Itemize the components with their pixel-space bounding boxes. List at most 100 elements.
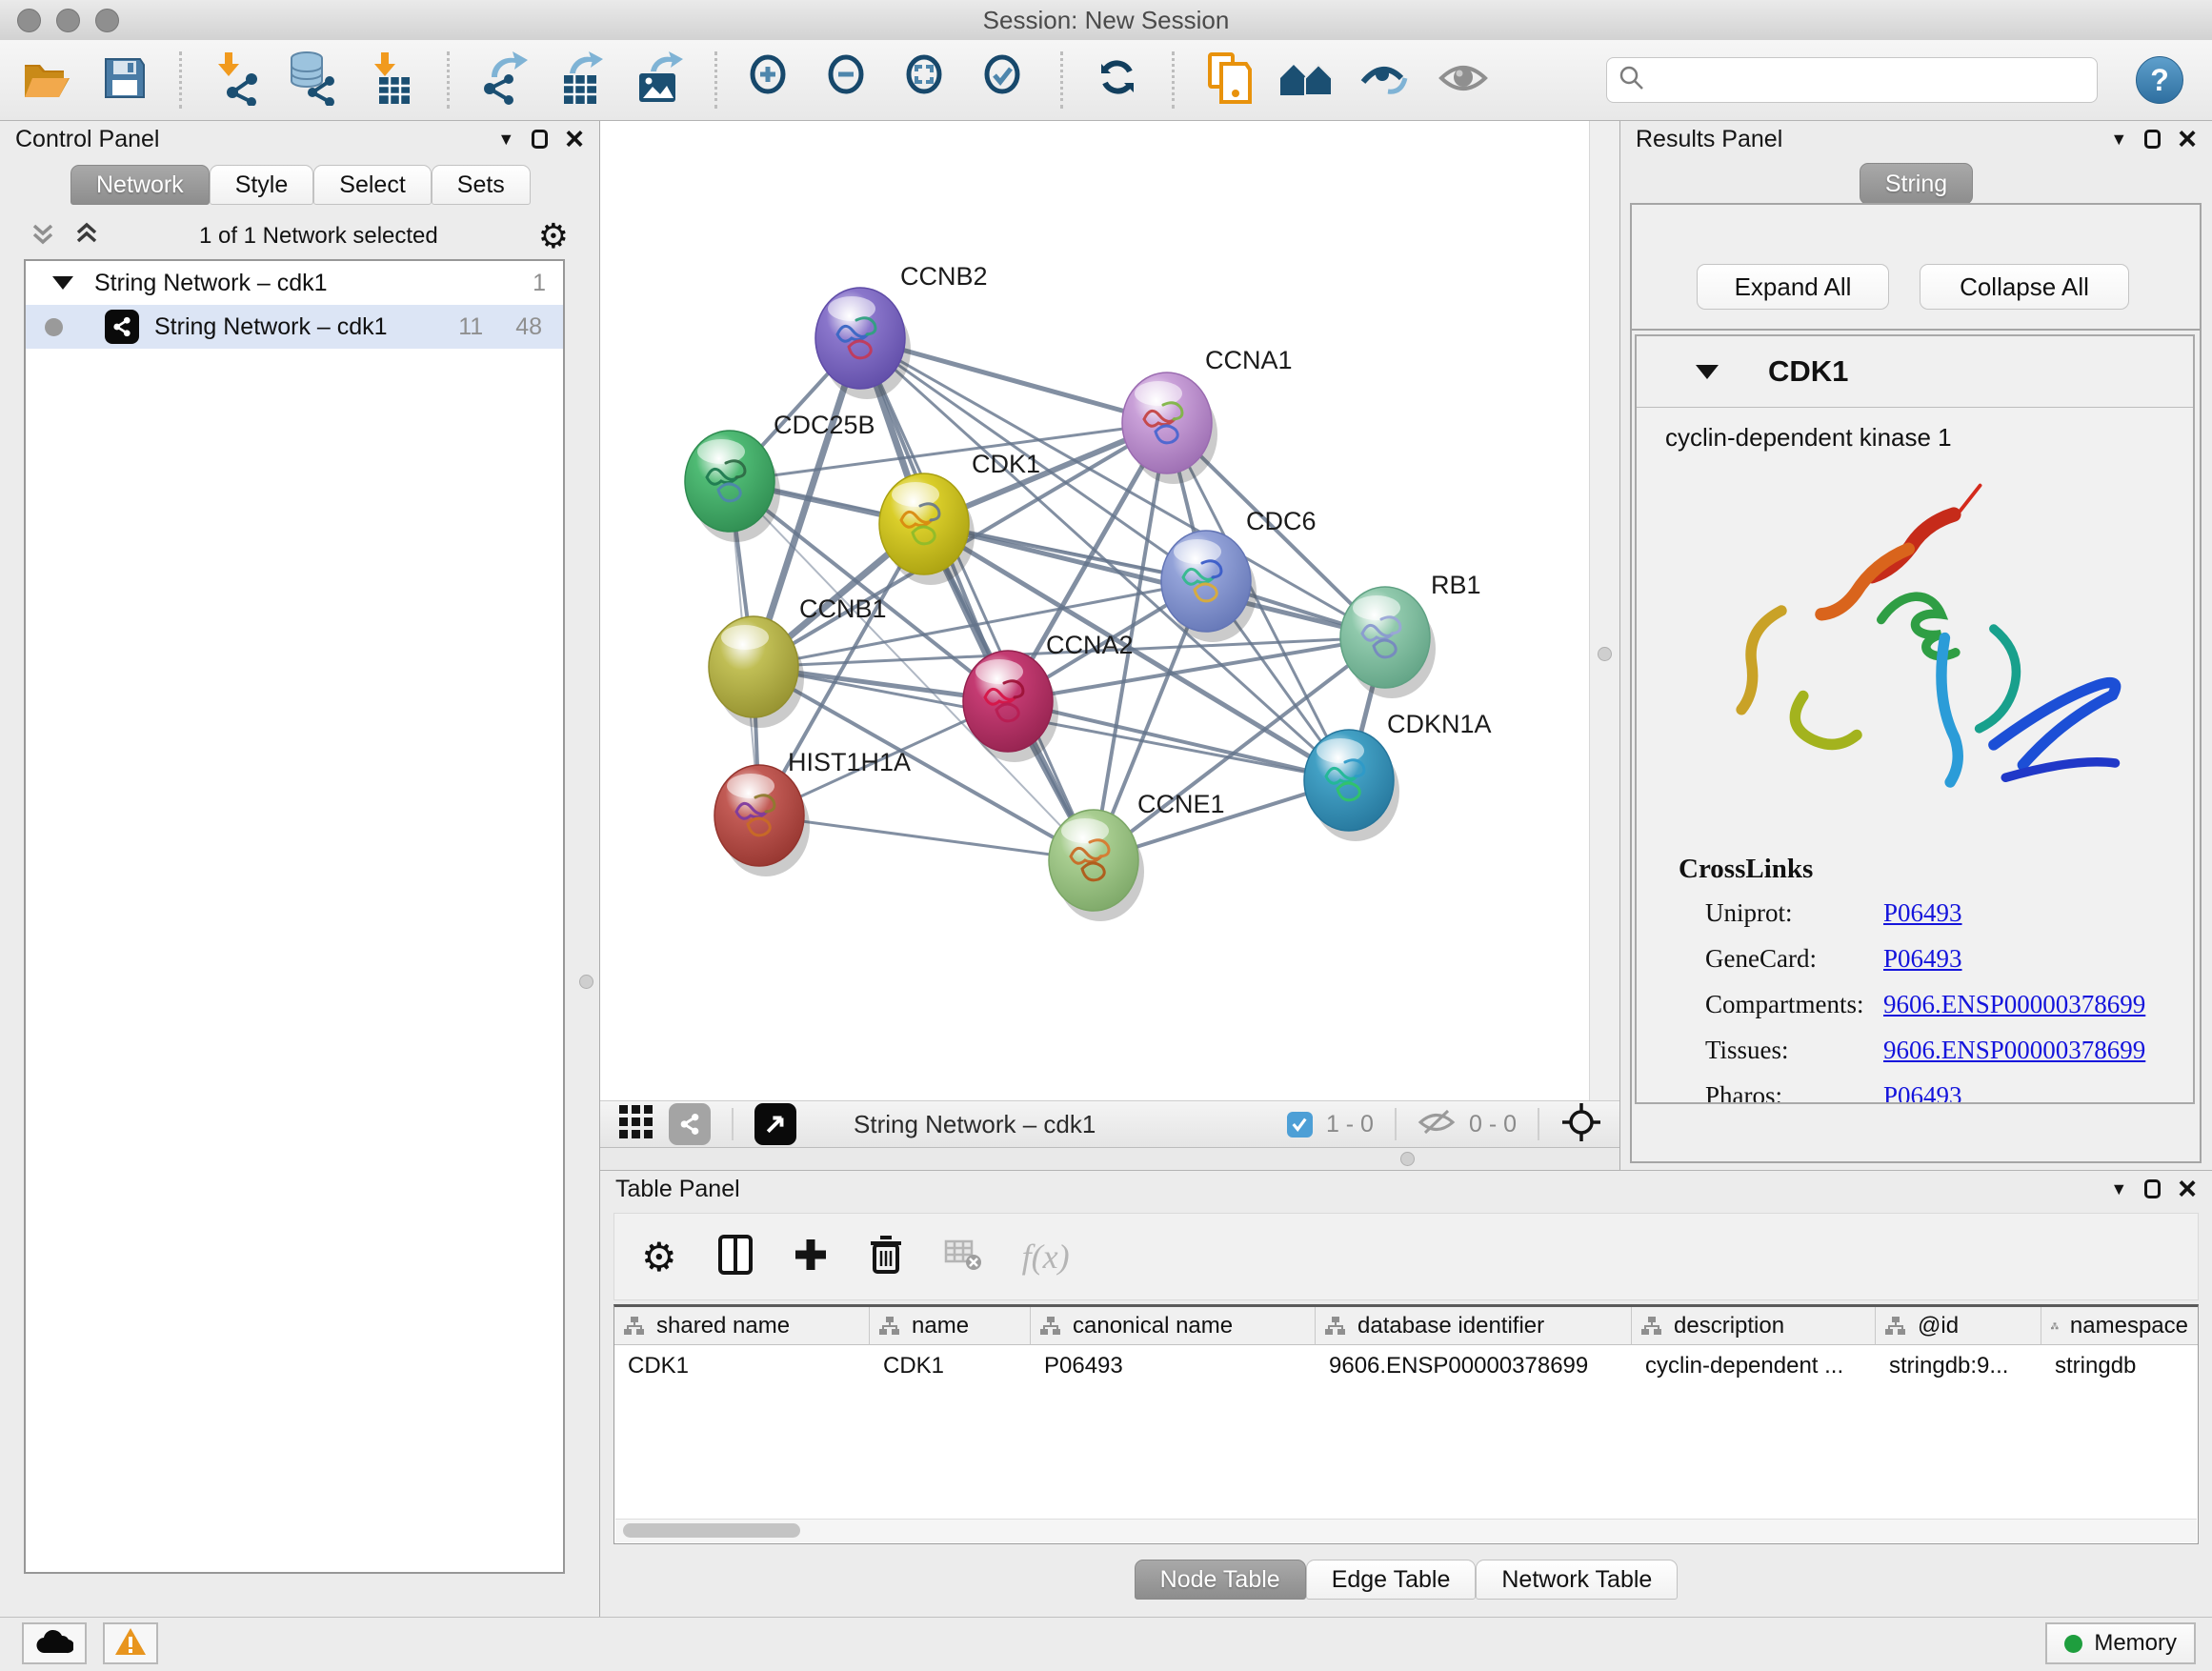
panel-close-icon[interactable]: ×	[565, 129, 584, 150]
network-canvas[interactable]: CCNB2CCNA1CDC25BCDK1CDC6RB1CCNB1CCNA2CDK…	[600, 121, 1589, 1100]
expand-all-button[interactable]: Expand All	[1697, 264, 1889, 310]
network-graph[interactable]: CCNB2CCNA1CDC25BCDK1CDC6RB1CCNB1CCNA2CDK…	[600, 121, 1589, 1100]
scrollbar-thumb[interactable]	[623, 1523, 800, 1538]
column-header[interactable]: canonical name	[1031, 1307, 1316, 1345]
column-header[interactable]: database identifier	[1316, 1307, 1632, 1345]
show-details-button[interactable]	[1436, 51, 1491, 109]
show-columns-icon[interactable]	[717, 1234, 754, 1280]
network-collection-row[interactable]: String Network – cdk1 1	[26, 261, 563, 305]
network-edge[interactable]	[860, 338, 1094, 860]
tab-edge-table[interactable]: Edge Table	[1306, 1560, 1477, 1600]
left-splitter-handle[interactable]	[579, 975, 593, 989]
panel-float-icon[interactable]	[532, 130, 548, 149]
search-box[interactable]	[1606, 57, 2098, 103]
zoom-fit-button[interactable]	[900, 51, 955, 109]
copy-documents-button[interactable]	[1201, 51, 1257, 109]
collection-expand-caret-icon[interactable]	[52, 276, 73, 290]
crosslink-link[interactable]: 9606.ENSP00000378699	[1883, 990, 2145, 1019]
table-cell[interactable]: CDK1	[870, 1345, 1031, 1387]
column-header[interactable]: @id	[1876, 1307, 2041, 1345]
import-network-button[interactable]	[209, 51, 264, 109]
horizontal-splitter-handle[interactable]	[1400, 1152, 1415, 1166]
import-network-from-database-button[interactable]	[287, 51, 342, 109]
right-splitter-handle[interactable]	[1598, 647, 1612, 661]
zoom-selected-button[interactable]	[978, 51, 1034, 109]
string-home-button[interactable]	[1279, 51, 1335, 109]
warnings-button[interactable]	[103, 1622, 158, 1664]
horizontal-splitter[interactable]	[600, 1148, 1619, 1170]
tab-style[interactable]: Style	[210, 165, 314, 205]
network-node-CCNB2[interactable]: CCNB2	[815, 262, 988, 399]
network-node-RB1[interactable]: RB1	[1340, 571, 1481, 698]
add-column-icon[interactable]	[794, 1238, 828, 1277]
table-options-gear-icon[interactable]: ⚙	[641, 1234, 677, 1280]
collapse-all-chevron-icon[interactable]	[30, 220, 55, 253]
table-cell[interactable]: CDK1	[614, 1345, 870, 1387]
netbar-separator	[732, 1108, 734, 1140]
memory-button[interactable]: Memory	[2045, 1622, 2196, 1664]
network-node-HIST1H1A[interactable]: HIST1H1A	[714, 748, 911, 876]
panel-menu-icon[interactable]: ▼	[497, 131, 514, 148]
crosslink-link[interactable]: P06493	[1883, 1081, 1962, 1104]
panel-float-icon[interactable]	[2144, 130, 2161, 149]
table-cell[interactable]: 9606.ENSP00000378699	[1316, 1345, 1632, 1387]
table-cell[interactable]: cyclin-dependent ...	[1632, 1345, 1876, 1387]
help-button[interactable]: ?	[2136, 56, 2183, 104]
search-input[interactable]	[1655, 66, 2085, 94]
tab-select[interactable]: Select	[313, 165, 431, 205]
gene-collapse-caret-icon[interactable]	[1696, 365, 1719, 379]
export-network-button[interactable]	[476, 51, 532, 109]
title-bar: Session: New Session	[0, 0, 2212, 41]
panel-float-icon[interactable]	[2144, 1179, 2161, 1198]
column-header[interactable]: name	[870, 1307, 1031, 1345]
tab-sets[interactable]: Sets	[432, 165, 531, 205]
grid-view-icon[interactable]	[617, 1103, 655, 1146]
save-session-button[interactable]	[97, 51, 152, 109]
panel-close-icon[interactable]: ×	[2178, 129, 2197, 150]
panel-menu-icon[interactable]: ▼	[2110, 1180, 2127, 1198]
network-node-CDKN1A[interactable]: CDKN1A	[1304, 710, 1492, 841]
tab-string[interactable]: String	[1860, 163, 1973, 205]
tab-network-table[interactable]: Network Table	[1476, 1560, 1678, 1600]
panel-close-icon[interactable]: ×	[2178, 1178, 2197, 1199]
column-header[interactable]: namespace	[2041, 1307, 2198, 1345]
collapse-all-button[interactable]: Collapse All	[1920, 264, 2129, 310]
network-edge[interactable]	[1008, 701, 1349, 780]
network-node-CDC6[interactable]: CDC6	[1161, 507, 1317, 642]
table-row[interactable]: CDK1 CDK1 P06493 9606.ENSP00000378699 cy…	[614, 1345, 2198, 1387]
crosslink-link[interactable]: 9606.ENSP00000378699	[1883, 1036, 2145, 1065]
crosshair-icon[interactable]	[1560, 1101, 1602, 1148]
export-image-button[interactable]	[633, 51, 688, 109]
expand-all-chevron-icon[interactable]	[74, 220, 99, 253]
network-row-selected[interactable]: String Network – cdk1 11 48	[26, 305, 563, 349]
network-share-icon[interactable]	[669, 1103, 711, 1145]
delete-column-trash-icon[interactable]	[868, 1234, 904, 1280]
tab-node-table[interactable]: Node Table	[1135, 1560, 1306, 1600]
table-horizontal-scrollbar[interactable]	[615, 1519, 2197, 1542]
panel-menu-icon[interactable]: ▼	[2110, 131, 2127, 148]
export-table-button[interactable]	[554, 51, 610, 109]
refresh-view-button[interactable]	[1090, 51, 1145, 109]
cloud-button[interactable]	[22, 1622, 87, 1664]
network-node-CCNA1[interactable]: CCNA1	[1122, 346, 1293, 484]
crosslink-link[interactable]: P06493	[1883, 944, 1962, 974]
birdseye-view-icon[interactable]	[754, 1103, 796, 1145]
open-session-button[interactable]	[19, 51, 74, 109]
column-header[interactable]: description	[1632, 1307, 1876, 1345]
zoom-in-button[interactable]	[744, 51, 799, 109]
zoom-out-button[interactable]	[822, 51, 877, 109]
enhanced-graphics-button[interactable]	[1357, 51, 1413, 109]
column-header[interactable]: shared name	[614, 1307, 870, 1345]
tab-network[interactable]: Network	[70, 165, 210, 205]
import-table-button[interactable]	[365, 51, 420, 109]
right-splitter[interactable]	[1589, 121, 1619, 1100]
table-cell[interactable]: P06493	[1031, 1345, 1316, 1387]
selected-checkbox-icon[interactable]	[1287, 1112, 1313, 1137]
gene-card-header[interactable]: CDK1	[1637, 336, 2193, 408]
hidden-eye-slash-icon[interactable]	[1418, 1108, 1456, 1141]
table-cell[interactable]: stringdb:9...	[1876, 1345, 2041, 1387]
network-node-CCNE1[interactable]: CCNE1	[1049, 790, 1225, 921]
network-options-gear-icon[interactable]: ⚙	[538, 217, 569, 256]
crosslink-link[interactable]: P06493	[1883, 898, 1962, 928]
table-cell[interactable]: stringdb	[2041, 1345, 2198, 1387]
